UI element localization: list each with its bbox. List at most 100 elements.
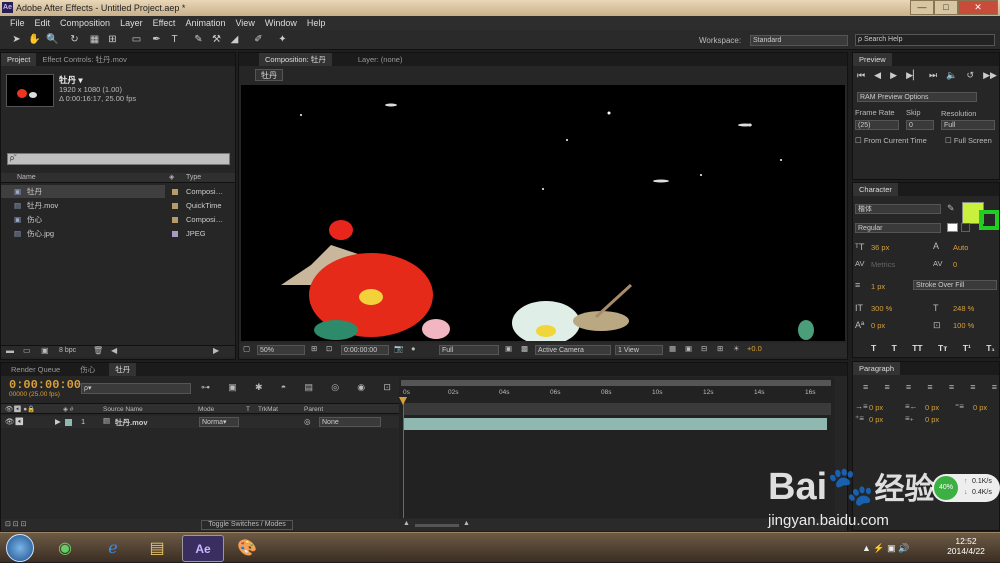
preview-resolution-select[interactable]: Full: [941, 120, 995, 130]
space-before-value[interactable]: 0 px: [869, 415, 883, 424]
view-layout-select[interactable]: 1 View: [615, 345, 663, 355]
pick-whip-icon[interactable]: ◎: [304, 417, 311, 426]
column-mode[interactable]: Mode: [198, 406, 214, 413]
menu-file[interactable]: File: [5, 18, 30, 28]
new-comp-icon[interactable]: ▣: [41, 346, 49, 355]
audio-icon[interactable]: 🔈: [946, 70, 957, 82]
tab-layer[interactable]: Layer: (none): [352, 53, 409, 66]
vertical-scale-value[interactable]: 300 %: [871, 304, 892, 313]
tab-project[interactable]: Project: [1, 53, 37, 66]
rotate-tool-icon[interactable]: ↻: [68, 33, 81, 46]
maximize-button[interactable]: □: [934, 0, 958, 15]
last-frame-icon[interactable]: ⏭: [929, 70, 937, 82]
flowchart-icon[interactable]: ⊞: [717, 344, 723, 353]
project-item-row[interactable]: ▣ 伤心 Composi…: [1, 213, 235, 226]
tab-preview[interactable]: Preview: [853, 53, 892, 66]
new-folder-icon[interactable]: ▭: [23, 346, 31, 355]
time-ruler[interactable]: 0s 02s 04s 06s 08s 10s 12s 14s 16s: [399, 387, 835, 401]
font-family-select[interactable]: 楷体: [855, 204, 941, 214]
faux-italic-button[interactable]: T: [892, 343, 897, 353]
menu-composition[interactable]: Composition: [55, 18, 115, 28]
timeline-icon[interactable]: ⊟: [701, 344, 707, 353]
leading-value[interactable]: Auto: [953, 243, 968, 252]
layer-duration-bar[interactable]: [403, 418, 827, 430]
motion-blur-icon[interactable]: ◎: [331, 382, 339, 393]
timecode-display[interactable]: 0:00:00:00: [341, 345, 389, 355]
pan-behind-tool-icon[interactable]: ⊞: [106, 33, 119, 46]
scroll-right-icon[interactable]: ▶: [213, 346, 219, 355]
tray-icons[interactable]: ▲ ⚡ ▣ 🔊: [862, 543, 909, 554]
all-caps-button[interactable]: TT: [912, 343, 922, 353]
no-fill-swatch[interactable]: [961, 223, 970, 232]
column-parent[interactable]: Parent: [304, 406, 323, 413]
snapshot-icon[interactable]: 📷: [394, 344, 403, 353]
zoom-select[interactable]: 50%: [257, 345, 305, 355]
workspace-select[interactable]: Standard: [750, 35, 848, 46]
taskbar-360-icon[interactable]: ◉: [44, 535, 86, 562]
project-item-row[interactable]: ▤ 牡丹.mov QuickTime: [1, 199, 235, 212]
exposure-icon[interactable]: ☀: [733, 344, 740, 353]
menu-edit[interactable]: Edit: [30, 18, 56, 28]
current-time-indicator[interactable]: [403, 399, 404, 518]
expand-arrow-icon[interactable]: ▶: [55, 417, 61, 426]
toggle-switches-modes-button[interactable]: Toggle Switches / Modes: [201, 520, 293, 530]
toggle-pixel-aspect-icon[interactable]: ▦: [669, 344, 676, 353]
search-help-field[interactable]: ρ Search Help: [855, 34, 995, 46]
menu-animation[interactable]: Animation: [180, 18, 230, 28]
eraser-tool-icon[interactable]: ◢: [228, 33, 241, 46]
menu-effect[interactable]: Effect: [148, 18, 181, 28]
next-frame-icon[interactable]: ▶▏: [906, 70, 920, 82]
safe-zones-icon[interactable]: ⊞: [311, 344, 317, 353]
frame-blending-icon[interactable]: ▤: [304, 382, 313, 393]
rectangle-tool-icon[interactable]: ▭: [130, 33, 143, 46]
brush-tool-icon[interactable]: ✎: [192, 33, 205, 46]
font-size-value[interactable]: 36 px: [871, 243, 889, 252]
ram-preview-select[interactable]: RAM Preview Options: [857, 92, 977, 102]
zoom-out-icon[interactable]: ▲: [403, 520, 410, 527]
exposure-value[interactable]: +0.0: [747, 344, 762, 353]
fast-previews-icon[interactable]: ▣: [685, 344, 692, 353]
pen-tool-icon[interactable]: ✒: [150, 33, 163, 46]
visibility-icon[interactable]: 👁◀: [5, 417, 24, 426]
tab-effect-controls[interactable]: Effect Controls: 牡丹.mov: [36, 53, 132, 66]
camera-tool-icon[interactable]: ▦: [88, 33, 101, 46]
subscript-button[interactable]: T₁: [986, 343, 995, 353]
scroll-left-icon[interactable]: ◀: [111, 346, 117, 355]
space-after-value[interactable]: 0 px: [925, 415, 939, 424]
justify-left-icon[interactable]: ≡: [927, 382, 932, 392]
prev-frame-icon[interactable]: ◀: [874, 70, 881, 82]
show-channel-icon[interactable]: ●: [411, 344, 416, 353]
live-update-icon[interactable]: ▣: [228, 382, 237, 393]
from-current-checkbox[interactable]: ☐ From Current Time: [855, 136, 927, 145]
bpc-label[interactable]: 8 bpc: [59, 347, 76, 354]
indent-right-value[interactable]: 0 px: [925, 403, 939, 412]
justify-center-icon[interactable]: ≡: [949, 382, 954, 392]
transparency-grid-icon[interactable]: ▩: [521, 344, 528, 353]
ram-preview-icon[interactable]: ▶▶: [983, 70, 997, 82]
full-screen-checkbox[interactable]: ☐ Full Screen: [945, 136, 992, 145]
draft-3d-icon[interactable]: ✱: [255, 382, 263, 393]
taskbar-explorer-icon[interactable]: ▤: [136, 535, 178, 562]
eyedropper-icon[interactable]: ✎: [947, 203, 955, 214]
small-caps-button[interactable]: Tт: [938, 343, 947, 353]
column-t[interactable]: T: [246, 406, 250, 413]
type-tool-icon[interactable]: T: [168, 33, 181, 46]
camera-select[interactable]: Active Camera: [535, 345, 611, 355]
composition-viewer[interactable]: [241, 85, 845, 341]
comp-name-tab[interactable]: 牡丹: [255, 69, 283, 81]
faux-bold-button[interactable]: T: [871, 343, 876, 353]
hand-tool-icon[interactable]: ✋: [28, 33, 41, 46]
align-right-icon[interactable]: ≡: [906, 382, 911, 392]
taskbar-paint-icon[interactable]: 🎨: [226, 535, 268, 562]
region-of-interest-icon[interactable]: ▣: [505, 344, 512, 353]
column-name[interactable]: Name: [17, 174, 36, 181]
column-trkmat[interactable]: TrkMat: [258, 406, 278, 413]
loop-icon[interactable]: ↺: [967, 70, 975, 82]
tab-comp-shangxin[interactable]: 伤心: [74, 363, 101, 376]
layer-name[interactable]: 牡丹.mov: [115, 417, 148, 428]
project-search-input[interactable]: ρ˜: [7, 153, 230, 165]
shy-layers-icon[interactable]: ◓: [281, 382, 286, 393]
stroke-type-select[interactable]: Stroke Over Fill: [913, 280, 997, 290]
zoom-slider[interactable]: [415, 524, 459, 527]
start-button[interactable]: [6, 534, 34, 562]
